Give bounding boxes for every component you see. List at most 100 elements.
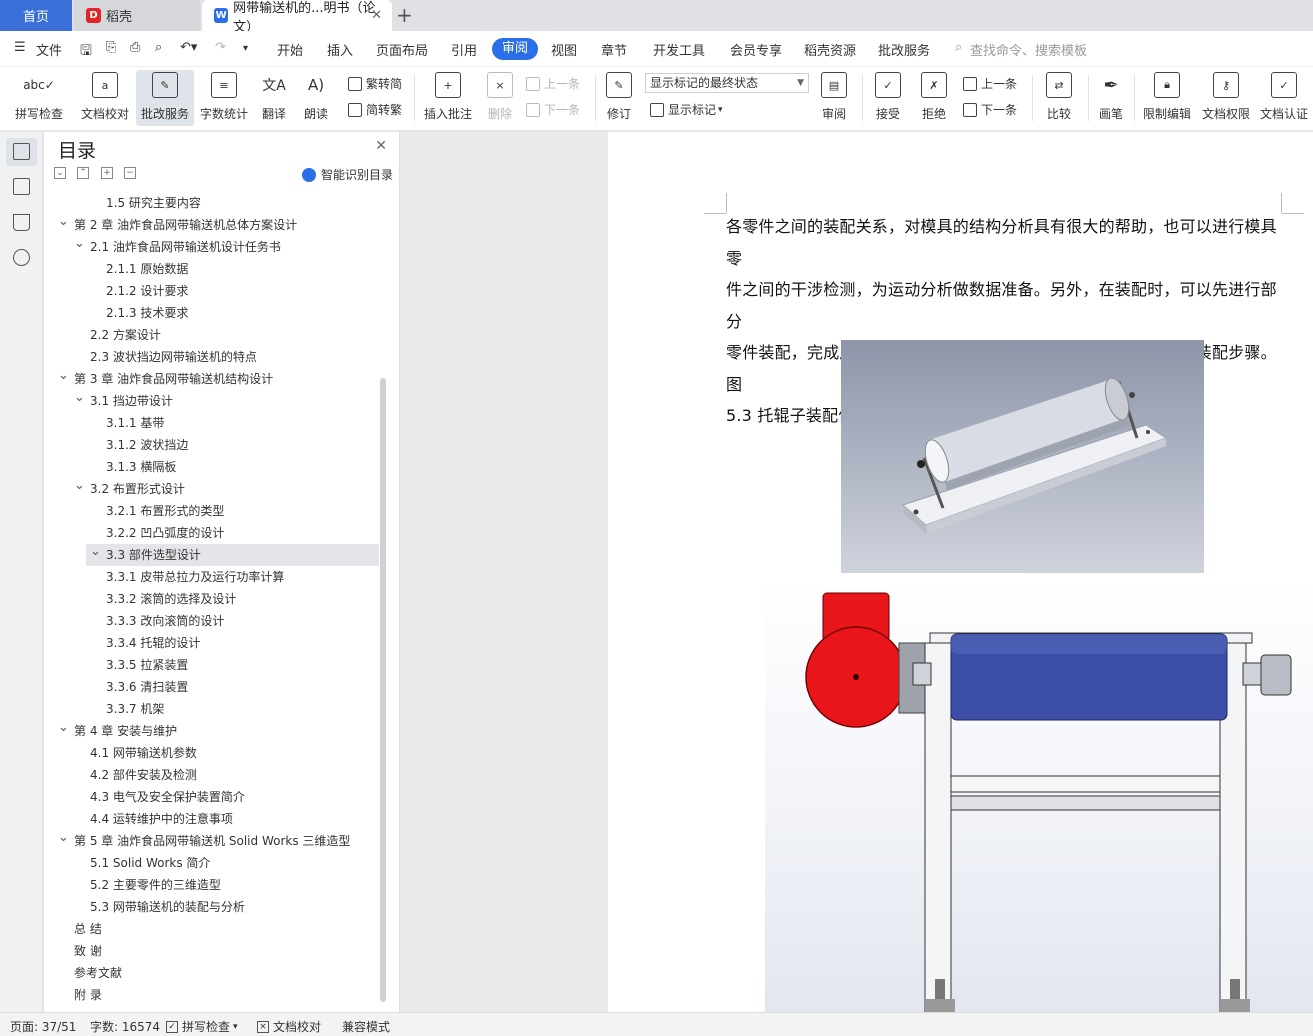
doc-proof-button[interactable]: a 文档校对 [76, 70, 134, 126]
review-service-button[interactable]: ✎ 批改服务 [136, 70, 194, 126]
hamburger-icon[interactable]: ☰ [14, 40, 26, 55]
restrict-edit-button[interactable]: 🔒︎ 限制编辑 [1140, 70, 1194, 126]
toc-item[interactable]: 致 谢 [44, 940, 379, 962]
chevron-down-icon[interactable]: ⌄ [58, 211, 69, 233]
tab-document[interactable]: W 网带输送机的...明书（论文） ✕ [202, 0, 392, 35]
toc-item[interactable]: 4.1 网带输送机参数 [44, 742, 379, 764]
save-icon[interactable]: 🖫 [80, 40, 92, 64]
undo-icon[interactable]: ↶▾ [180, 40, 197, 55]
toc-item[interactable]: 4.4 运转维护中的注意事项 [44, 808, 379, 830]
toc-item[interactable]: ⌄ 第 5 章 油炸食品网带输送机 Solid Works 三维造型 [44, 830, 379, 852]
toc-item[interactable]: 5.1 Solid Works 简介 [44, 852, 379, 874]
toc-item[interactable]: 5.2 主要零件的三维造型 [44, 874, 379, 896]
outline-icon[interactable] [13, 178, 30, 195]
menu-review-service[interactable]: 批改服务 [878, 40, 930, 59]
menu-insert[interactable]: 插入 [327, 40, 353, 59]
chevron-down-icon[interactable]: ⌄ [58, 827, 69, 849]
menu-section[interactable]: 章节 [601, 40, 627, 59]
chevron-down-icon[interactable]: ⌄ [74, 475, 85, 497]
toc-item[interactable]: ⌄ 3.3 部件选型设计 [86, 544, 379, 566]
chevron-down-icon[interactable]: ⌄ [58, 365, 69, 387]
toc-item[interactable]: 2.3 波状挡边网带输送机的特点 [44, 346, 379, 368]
toc-item[interactable]: 3.3.7 机架 [44, 698, 379, 720]
toc-icon[interactable] [13, 143, 30, 160]
doc-proof-status[interactable]: × 文档校对 [257, 1018, 321, 1035]
toc-item[interactable]: ⌄ 第 4 章 安装与维护 [44, 720, 379, 742]
tab-home[interactable]: 首页 [0, 0, 72, 31]
menu-page-layout[interactable]: 页面布局 [376, 40, 428, 59]
prev-change-button[interactable]: 上一条 [963, 75, 1017, 92]
chevron-down-icon[interactable]: ⌄ [74, 233, 85, 255]
idler-roller-figure[interactable] [841, 340, 1204, 573]
toc-item[interactable]: 参考文献 [44, 962, 379, 984]
more-chevron-icon[interactable]: ▾ [243, 43, 248, 54]
toc-item[interactable]: 3.3.1 皮带总拉力及运行功率计算 [44, 566, 379, 588]
toc-scrollbar[interactable] [380, 378, 386, 1002]
conveyor-front-figure[interactable] [765, 581, 1313, 1012]
toc-item[interactable]: ⌄ 3.2 布置形式设计 [44, 478, 379, 500]
menu-docer-resources[interactable]: 稻壳资源 [804, 40, 856, 59]
chevron-down-icon[interactable]: ⌄ [90, 541, 101, 563]
tab-docer[interactable]: D 稻壳 [74, 0, 200, 31]
toc-item[interactable]: ⌄ 第 2 章 油炸食品网带输送机总体方案设计 [44, 214, 379, 236]
search-icon[interactable] [13, 249, 30, 266]
toc-item[interactable]: 5.3 网带输送机的装配与分析 [44, 896, 379, 918]
markup-state-select[interactable]: 显示标记的最终状态 ▼ [645, 73, 809, 93]
next-comment-button[interactable]: 下一条 [526, 101, 580, 118]
toc-item[interactable]: 4.2 部件安装及检测 [44, 764, 379, 786]
toc-item[interactable]: 3.1.2 波状挡边 [44, 434, 379, 456]
menu-developer[interactable]: 开发工具 [653, 40, 705, 59]
menu-view[interactable]: 视图 [551, 40, 577, 59]
doc-permission-button[interactable]: ⚷ 文档权限 [1198, 70, 1254, 126]
toc-item[interactable]: 3.3.4 托辊的设计 [44, 632, 379, 654]
collapse-all-icon[interactable]: ⌄ [54, 167, 66, 179]
menu-member[interactable]: 会员专享 [730, 40, 782, 59]
export-pdf-icon[interactable]: ⎘ [106, 40, 116, 55]
toc-item[interactable]: 2.1.1 原始数据 [44, 258, 379, 280]
read-aloud-button[interactable]: A) 朗读 [296, 70, 336, 126]
toc-item[interactable]: 3.1.3 横隔板 [44, 456, 379, 478]
spell-check-status[interactable]: ✓ 拼写检查 ▾ [166, 1018, 238, 1035]
pen-button[interactable]: ✒ 画笔 [1094, 70, 1128, 126]
menu-file[interactable]: 文件 [36, 40, 62, 59]
toc-item[interactable]: 3.3.6 清扫装置 [44, 676, 379, 698]
menu-review[interactable]: 审阅 [492, 38, 539, 60]
trad-to-simp-button[interactable]: 繁转简 [348, 75, 402, 92]
reject-button[interactable]: ✗ 拒绝 [914, 70, 954, 126]
track-changes-button[interactable]: ✎ 修订 [600, 70, 638, 126]
toc-item[interactable]: 4.3 电气及安全保护装置简介 [44, 786, 379, 808]
simp-to-trad-button[interactable]: 简转繁 [348, 101, 402, 118]
new-tab-button[interactable]: + [396, 3, 413, 27]
menu-home[interactable]: 开始 [277, 40, 303, 59]
prev-comment-button[interactable]: 上一条 [526, 75, 580, 92]
toc-item[interactable]: 附 录 [44, 984, 379, 1006]
show-markup-button[interactable]: 显示标记 ▾ [650, 101, 723, 118]
toc-item[interactable]: 3.2.1 布置形式的类型 [44, 500, 379, 522]
redo-icon[interactable]: ↷ [215, 40, 226, 55]
page-indicator[interactable]: 页面: 37/51 [10, 1018, 76, 1035]
word-count-status[interactable]: 字数: 16574 [90, 1018, 160, 1035]
chevron-down-icon[interactable]: ⌄ [74, 387, 85, 409]
print-icon[interactable]: ⎙ [130, 40, 140, 55]
delete-comment-button[interactable]: × 删除 [480, 70, 520, 126]
toc-item[interactable]: 3.1.1 基带 [44, 412, 379, 434]
toc-item[interactable]: ⌄ 3.1 挡边带设计 [44, 390, 379, 412]
search-icon[interactable]: ⌕ [955, 40, 962, 55]
smart-toc-button[interactable]: 智能识别目录 [301, 166, 393, 183]
toc-item[interactable]: 2.1.2 设计要求 [44, 280, 379, 302]
toc-item[interactable]: ⌄ 2.1 油炸食品网带输送机设计任务书 [44, 236, 379, 258]
close-tab-icon[interactable]: ✕ [371, 8, 382, 23]
add-heading-icon[interactable]: + [101, 167, 113, 179]
compare-button[interactable]: ⇄ 比较 [1038, 70, 1080, 126]
toc-item[interactable]: 总 结 [44, 918, 379, 940]
toc-item[interactable]: ⌄ 第 3 章 油炸食品网带输送机结构设计 [44, 368, 379, 390]
print-preview-icon[interactable]: ⌕ [155, 40, 162, 55]
review-pane-button[interactable]: ▤ 审阅 [814, 70, 854, 126]
remove-heading-icon[interactable]: − [124, 167, 136, 179]
toc-item[interactable]: 3.3.2 滚筒的选择及设计 [44, 588, 379, 610]
doc-cert-button[interactable]: ✓ 文档认证 [1257, 70, 1311, 126]
chevron-down-icon[interactable]: ⌄ [58, 717, 69, 739]
close-icon[interactable]: ✕ [375, 138, 387, 154]
bookmark-icon[interactable] [13, 214, 30, 231]
toc-item[interactable]: 2.1.3 技术要求 [44, 302, 379, 324]
